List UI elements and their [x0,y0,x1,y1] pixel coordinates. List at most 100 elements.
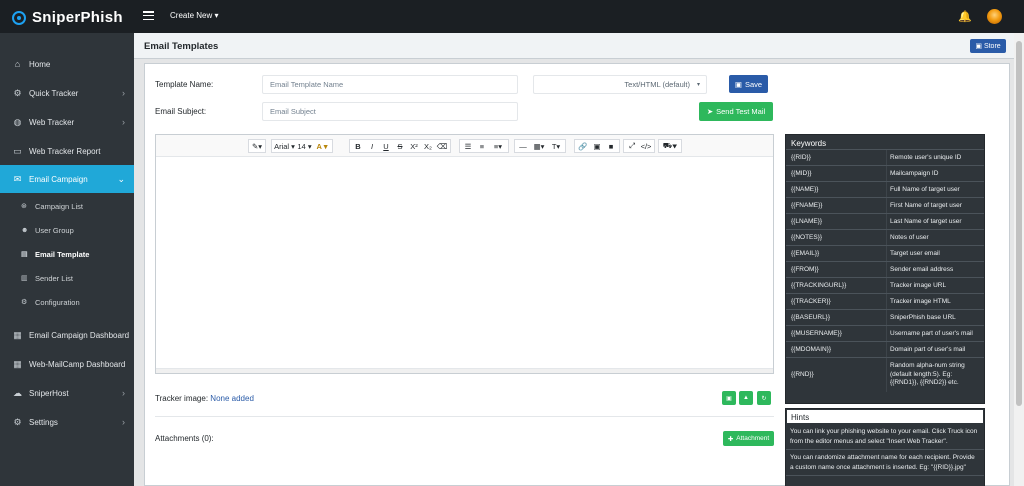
magic-wand-icon[interactable]: ✎▾ [250,142,264,151]
chevron-right-icon: › [122,88,125,98]
save-button[interactable]: ▣ Save [729,75,768,93]
image-icon[interactable]: ▣ [590,142,604,151]
refresh-icon: ↻ [761,395,767,402]
keyword-row: {{NOTES}} Notes of user [786,230,984,246]
keyword-key: {{FNAME}} [791,202,823,209]
bold-icon[interactable]: B [351,142,365,151]
sidebar: ⌂ Home ⚙ Quick Tracker › ◍ Web Tracker › ▭ Web… [0,33,134,486]
underline-icon[interactable]: U [379,142,393,151]
sidebar-item-home[interactable]: ⌂ Home [0,50,134,78]
chevron-right-icon: › [122,388,125,398]
keyword-key: {{RID}} [791,154,811,161]
store-button-label: Store [983,42,1001,50]
template-card: Template Name: Email Template Name Text/… [144,63,1010,486]
toolbar-group-media: 🔗 ▣ ■ [574,139,620,153]
sidebar-item-web-tracker[interactable]: ◍ Web Tracker › [0,108,134,136]
sidebar-item-sniperhost[interactable]: ☁ SniperHost › [0,379,134,407]
truck-icon[interactable]: ⛟▾ [660,141,680,151]
keyword-key: {{NAME}} [791,186,819,193]
home-icon: ⌂ [14,59,21,69]
sidebar-item-web-tracker-report[interactable]: ▭ Web Tracker Report [0,137,134,165]
menu-toggle-icon[interactable] [143,11,154,21]
sidebar-item-label: Web Tracker [29,117,75,127]
code-view-icon[interactable]: </> [639,142,653,151]
editor-resize-bar[interactable] [156,368,773,373]
save-icon: ▣ [734,79,742,89]
hint-item: You can randomize attachment name for ea… [786,450,984,476]
keyword-row: {{MID}} Mailcampaign ID [786,166,984,182]
sidebar-subitem-label: Sender List [35,273,73,283]
keyword-row: {{FROM}} Sender email address [786,262,984,278]
horizontal-rule-icon[interactable]: — [516,142,530,151]
subscript-icon[interactable]: X₂ [421,142,435,151]
link-icon[interactable]: 🔗 [576,142,590,151]
keyword-row: {{LNAME}} Last Name of target user [786,214,984,230]
tracker-upload-button[interactable]: ▲ [739,391,753,405]
sidebar-subitem-campaign-list[interactable]: ⊛ Campaign List [0,194,134,218]
email-subject-input[interactable]: Email Subject [262,102,518,121]
sidebar-subitem-sender-list[interactable]: ▥ Sender List [0,266,134,290]
keyword-key: {{TRACKINGURL}} [791,282,847,289]
align-dropdown-icon[interactable]: ≡▾ [489,142,507,151]
keyword-desc: Domain part of user's mail [886,342,984,357]
sidebar-subitem-label: Configuration [35,297,80,307]
superscript-icon[interactable]: X² [407,142,421,151]
page-title: Email Templates [144,41,219,52]
fullscreen-icon[interactable]: ⤢ [625,141,639,151]
sidebar-item-web-mailcamp-dashboard[interactable]: ▦ Web-MailCamp Dashboard [0,350,134,378]
sidebar-subitem-label: Campaign List [35,201,83,211]
brand[interactable]: SniperPhish [12,9,123,26]
rich-text-editor: ✎▾ Arial ▾ 14 ▾ A ▾ B I U S X² X₂ ⌫ ☰ ≡ ≡▾ — ▦▾ T▾ 🔗… [155,134,774,374]
keyword-desc: SniperPhish base URL [886,310,984,325]
page-scrollbar[interactable] [1014,33,1024,486]
add-attachment-button[interactable]: ✚ Attachment [723,431,774,446]
sidebar-subitem-label: Email Template [35,249,90,259]
keyword-key: {{MID}} [791,170,812,177]
hints-panel: Hints You can link your phishing website… [785,408,985,486]
keyword-desc: Remote user's unique ID [886,150,984,165]
email-subject-label: Email Subject: [155,107,207,116]
sidebar-item-email-campaign-dashboard[interactable]: ▦ Email Campaign Dashboard [0,321,134,349]
keyword-desc: Last Name of target user [886,214,984,229]
sidebar-item-quick-tracker[interactable]: ⚙ Quick Tracker › [0,79,134,107]
text-color-icon[interactable]: A ▾ [313,142,331,151]
keyword-key: {{MDOMAIN}} [791,346,832,353]
chevron-right-icon: › [122,117,125,127]
sidebar-subitem-configuration[interactable]: ⚙ Configuration [0,290,134,314]
send-test-mail-button[interactable]: ➤ Send Test Mail [699,102,773,121]
eraser-icon[interactable]: ⌫ [435,142,449,151]
numbered-list-icon[interactable]: ≡ [475,142,489,151]
font-size-dropdown[interactable]: 14 ▾ [296,142,313,151]
video-icon[interactable]: ■ [604,142,618,151]
sidebar-item-settings[interactable]: ⚙ Settings › [0,408,134,436]
store-button[interactable]: ▣ Store [970,39,1006,53]
sidebar-item-label: Quick Tracker [29,88,79,98]
upload-icon: ▲ [743,395,749,401]
editor-content-area[interactable] [156,158,773,368]
divider [155,416,774,417]
format-select[interactable]: Text/HTML (default) ▾ [533,75,707,94]
keyword-key: {{BASEURL}} [791,314,831,321]
tracker-save-button[interactable]: ▣ [722,391,736,405]
text-style-icon[interactable]: T▾ [548,142,564,151]
toolbar-group-lists: ☰ ≡ ≡▾ [459,139,509,153]
main-content: Email Templates ▣ Store Template Name: Em… [134,33,1014,486]
italic-icon[interactable]: I [365,142,379,151]
sidebar-item-email-campaign[interactable]: ✉ Email Campaign ⌄ [0,165,134,193]
sidebar-subitem-user-group[interactable]: ☻ User Group [0,218,134,242]
strikethrough-icon[interactable]: S [393,142,407,151]
bell-icon[interactable]: 🔔 [958,10,972,23]
scrollbar-thumb[interactable] [1016,41,1022,406]
keyword-desc: Target user email [886,246,984,261]
avatar[interactable] [987,9,1002,24]
sidebar-item-label: Email Campaign Dashboard [29,330,130,340]
sidebar-subitem-email-template[interactable]: ▤ Email Template [0,242,134,266]
table-icon[interactable]: ▦▾ [530,142,548,151]
bullet-list-icon[interactable]: ☰ [461,142,475,151]
envelope-icon: ✉ [13,173,22,184]
font-name-dropdown[interactable]: Arial ▾ [273,142,296,151]
template-name-input[interactable]: Email Template Name [262,75,518,94]
keyword-row: {{TRACKER}} Tracker image HTML [786,294,984,310]
tracker-refresh-button[interactable]: ↻ [757,391,771,405]
create-new-dropdown[interactable]: Create New ▾ [170,11,218,20]
